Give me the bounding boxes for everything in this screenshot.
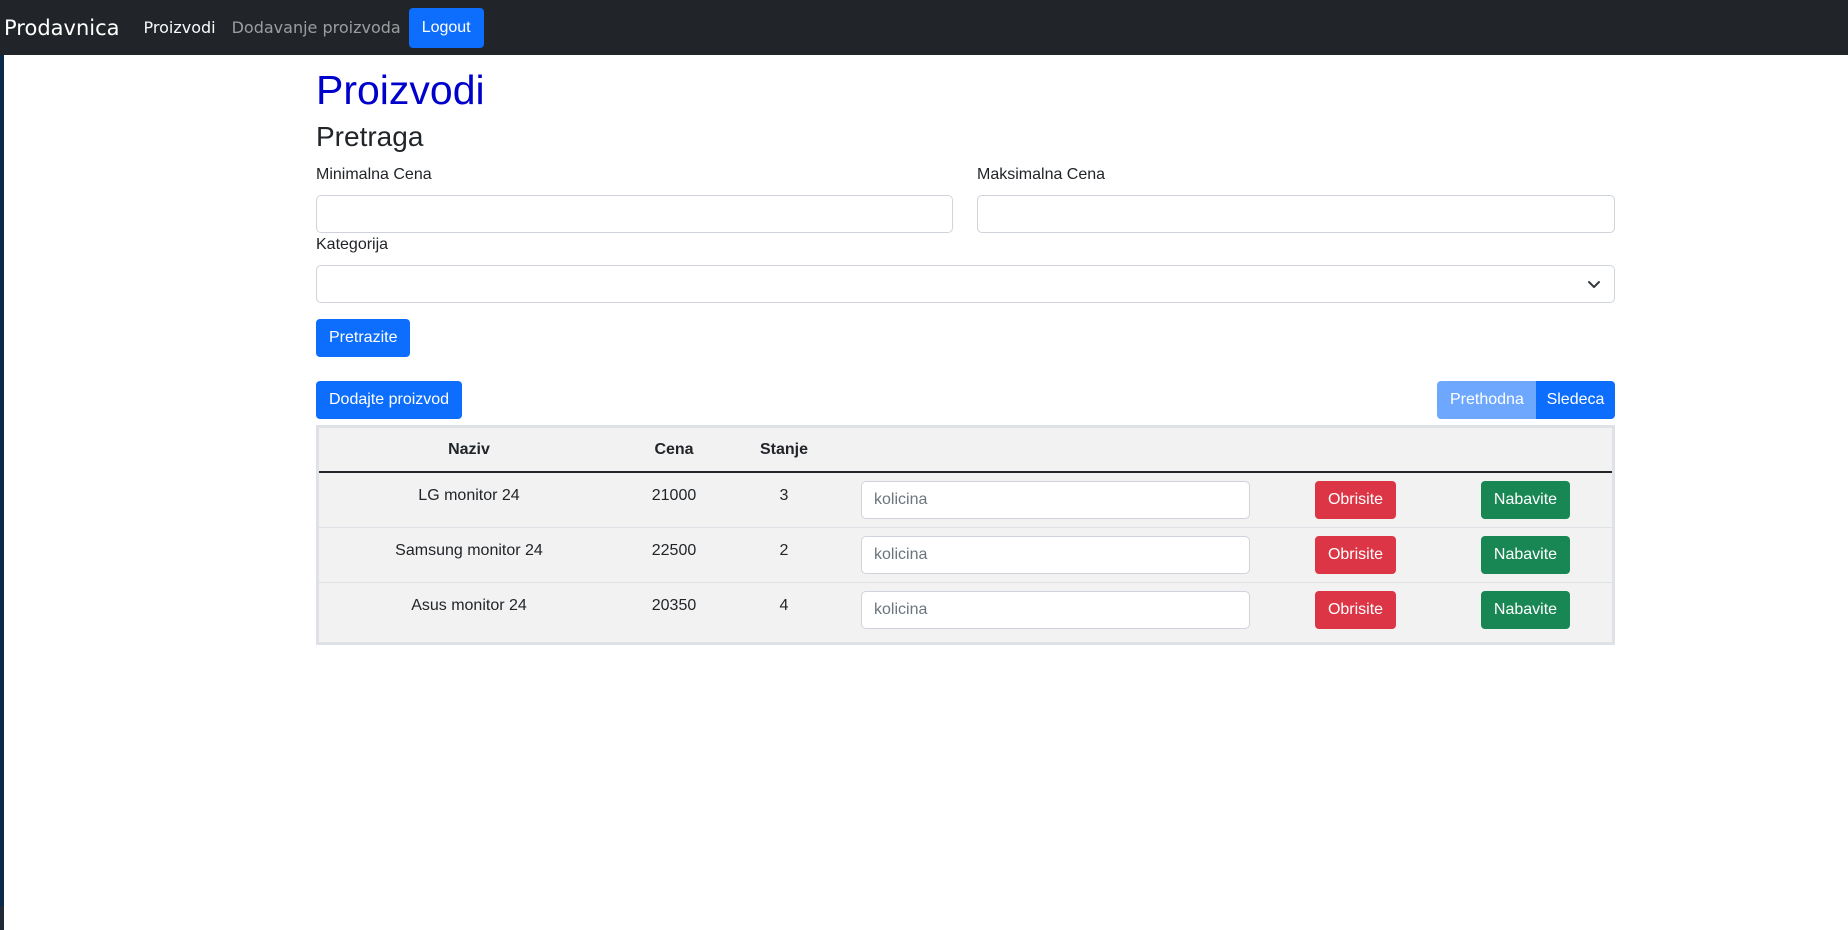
page-title: Proizvodi bbox=[316, 67, 485, 113]
product-stock: 3 bbox=[779, 487, 789, 504]
quantity-input[interactable] bbox=[861, 591, 1250, 629]
previous-page-button[interactable]: Prethodna bbox=[1437, 381, 1537, 419]
order-button[interactable]: Nabavite bbox=[1480, 536, 1571, 574]
product-price: 22500 bbox=[651, 542, 697, 559]
brand-link[interactable]: Prodavnica bbox=[4, 16, 120, 40]
product-price: 21000 bbox=[651, 487, 697, 504]
product-name: Samsung monitor 24 bbox=[395, 542, 543, 559]
next-page-button[interactable]: Sledeca bbox=[1536, 381, 1615, 419]
max-price-label: Maksimalna Cena bbox=[977, 166, 1106, 183]
quantity-input[interactable] bbox=[861, 481, 1250, 519]
logout-button[interactable]: Logout bbox=[408, 7, 484, 48]
search-heading: Pretraga bbox=[316, 121, 424, 152]
product-stock: 4 bbox=[779, 597, 789, 614]
column-header-delete bbox=[1272, 428, 1439, 473]
column-header-stanje: Stanje bbox=[729, 428, 839, 473]
search-submit-button[interactable]: Pretrazite bbox=[316, 319, 411, 357]
max-price-input[interactable] bbox=[977, 195, 1615, 233]
nav-link-dodavanje-proizvoda[interactable]: Dodavanje proizvoda bbox=[232, 18, 401, 37]
column-header-quantity bbox=[839, 428, 1272, 473]
table-row: Samsung monitor 24 22500 2 Obrisite Naba… bbox=[319, 527, 1612, 583]
window-bottom-edge bbox=[0, 906, 4, 930]
delete-button[interactable]: Obrisite bbox=[1314, 536, 1397, 574]
product-name: LG monitor 24 bbox=[418, 487, 520, 504]
add-product-button[interactable]: Dodajte proizvod bbox=[316, 381, 463, 419]
chevron-down-icon bbox=[1588, 281, 1600, 288]
top-navbar: Prodavnica Proizvodi Dodavanje proizvoda… bbox=[0, 0, 1848, 55]
order-button[interactable]: Nabavite bbox=[1480, 591, 1571, 629]
product-name: Asus monitor 24 bbox=[411, 597, 527, 614]
products-table: Naziv Cena Stanje LG monitor 24 21000 3 … bbox=[316, 425, 1615, 645]
table-header-row: Naziv Cena Stanje bbox=[319, 428, 1612, 473]
order-button[interactable]: Nabavite bbox=[1480, 481, 1571, 519]
product-price: 20350 bbox=[651, 597, 697, 614]
delete-button[interactable]: Obrisite bbox=[1314, 481, 1397, 519]
nav-link-proizvodi[interactable]: Proizvodi bbox=[144, 18, 216, 37]
category-select[interactable] bbox=[316, 265, 1615, 303]
column-header-order bbox=[1439, 428, 1612, 473]
table-row: Asus monitor 24 20350 4 Obrisite Nabavit… bbox=[319, 583, 1612, 638]
column-header-naziv: Naziv bbox=[319, 428, 619, 473]
category-label: Kategorija bbox=[316, 236, 389, 253]
quantity-input[interactable] bbox=[861, 536, 1250, 574]
product-stock: 2 bbox=[779, 542, 789, 559]
min-price-label: Minimalna Cena bbox=[316, 166, 432, 183]
table-row: LG monitor 24 21000 3 Obrisite Nabavite bbox=[319, 472, 1612, 528]
window-left-edge bbox=[0, 0, 4, 906]
delete-button[interactable]: Obrisite bbox=[1314, 591, 1397, 629]
min-price-input[interactable] bbox=[316, 195, 953, 233]
column-header-cena: Cena bbox=[619, 428, 729, 473]
